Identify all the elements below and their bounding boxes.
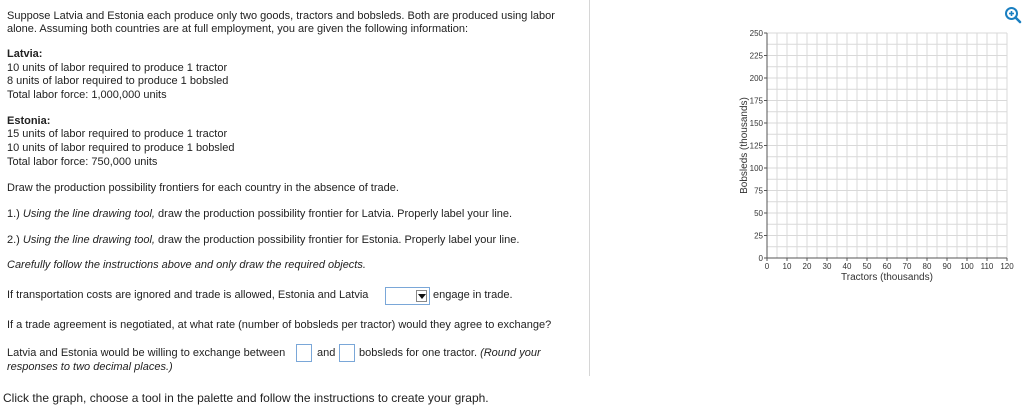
latvia-labor-force: Total labor force: 1,000,000 units xyxy=(7,89,167,101)
x-tick-label: 40 xyxy=(843,262,852,271)
step-2-tool: Using the line drawing tool, xyxy=(22,234,155,246)
estonia-heading: Estonia: xyxy=(7,115,51,127)
careful-note: Carefully follow the instructions above … xyxy=(7,259,366,271)
agreement-question: If a trade agreement is negotiated, at w… xyxy=(7,319,552,331)
x-tick-label: 60 xyxy=(883,262,892,271)
step-2: 2.) Using the line drawing tool, draw th… xyxy=(7,234,519,247)
x-tick-label: 110 xyxy=(981,262,994,271)
x-tick-label: 100 xyxy=(960,262,974,271)
step-1-text: draw the production possibility frontier… xyxy=(154,208,513,220)
draw-instruction: Draw the production possibility frontier… xyxy=(7,182,399,194)
y-tick-label: 125 xyxy=(750,142,764,151)
y-tick-label: 100 xyxy=(750,164,764,173)
estonia-tractor-labor: 15 units of labor required to produce 1 … xyxy=(7,128,228,140)
footer-instruction: Click the graph, choose a tool in the pa… xyxy=(3,391,489,405)
x-tick-label: 30 xyxy=(823,262,832,271)
y-tick-label: 75 xyxy=(754,187,763,196)
answer-high-box[interactable] xyxy=(339,344,355,362)
x-tick-label: 120 xyxy=(1000,262,1014,271)
step-2-prefix: 2.) xyxy=(7,234,23,246)
intro-text-line1: Suppose Latvia and Estonia each produce … xyxy=(7,10,555,22)
answer-low-input[interactable] xyxy=(297,345,311,361)
y-axis-label: Bobsleds (thousands) xyxy=(739,97,750,194)
exchange-before: Latvia and Estonia would be willing to e… xyxy=(7,347,286,359)
x-tick-label: 20 xyxy=(803,262,812,271)
question-panel: Suppose Latvia and Estonia each produce … xyxy=(0,0,590,376)
y-tick-label: 200 xyxy=(750,74,764,83)
estonia-bobsled-labor: 10 units of labor required to produce 1 … xyxy=(7,142,235,154)
answer-high-input[interactable] xyxy=(340,345,354,361)
trade-question-before: If transportation costs are ignored and … xyxy=(7,289,369,301)
y-tick-label: 25 xyxy=(754,232,763,241)
tick-labels: 0 10 20 30 40 50 60 70 80 90 100 110 120 0 25 50 75 100 12… xyxy=(750,29,1015,271)
latvia-bobsled-labor: 8 units of labor required to produce 1 b… xyxy=(7,75,229,87)
exchange-after: bobsleds for one tractor. (Round your xyxy=(359,347,541,360)
step-1-prefix: 1.) xyxy=(7,208,23,220)
round-note-2: responses to two decimal places.) xyxy=(7,361,173,373)
step-2-text: draw the production possibility frontier… xyxy=(154,234,520,246)
dropdown-arrow-icon[interactable] xyxy=(416,290,427,302)
y-tick-label: 175 xyxy=(750,97,764,106)
x-tick-label: 50 xyxy=(863,262,872,271)
graph-area[interactable]: 0 10 20 30 40 50 60 70 80 90 100 110 120 0 25 50 75 100 12… xyxy=(735,20,1024,290)
x-tick-label: 70 xyxy=(903,262,912,271)
y-tick-label: 0 xyxy=(759,254,764,263)
grid xyxy=(766,32,1008,259)
trade-question-after: engage in trade. xyxy=(433,289,513,301)
y-tick-label: 50 xyxy=(754,209,763,218)
trade-dropdown[interactable] xyxy=(385,287,430,305)
latvia-tractor-labor: 10 units of labor required to produce 1 … xyxy=(7,62,228,74)
x-tick-label: 0 xyxy=(765,262,770,271)
y-tick-label: 225 xyxy=(750,52,764,61)
x-tick-label: 10 xyxy=(783,262,792,271)
exchange-and: and xyxy=(317,347,336,359)
round-note-1: (Round your xyxy=(480,347,541,359)
x-tick-label: 90 xyxy=(943,262,952,271)
y-tick-label: 250 xyxy=(750,29,764,38)
step-1-tool: Using the line drawing tool, xyxy=(22,208,155,220)
latvia-heading: Latvia: xyxy=(7,48,43,60)
y-tick-label: 150 xyxy=(750,119,764,128)
step-1: 1.) Using the line drawing tool, draw th… xyxy=(7,208,512,221)
exchange-after-text: bobsleds for one tractor. xyxy=(359,347,478,359)
intro-text-line2: alone. Assuming both countries are at fu… xyxy=(7,23,469,35)
x-tick-label: 80 xyxy=(923,262,932,271)
x-axis-label: Tractors (thousands) xyxy=(841,272,933,283)
estonia-labor-force: Total labor force: 750,000 units xyxy=(7,156,158,168)
answer-low-box[interactable] xyxy=(296,344,312,362)
